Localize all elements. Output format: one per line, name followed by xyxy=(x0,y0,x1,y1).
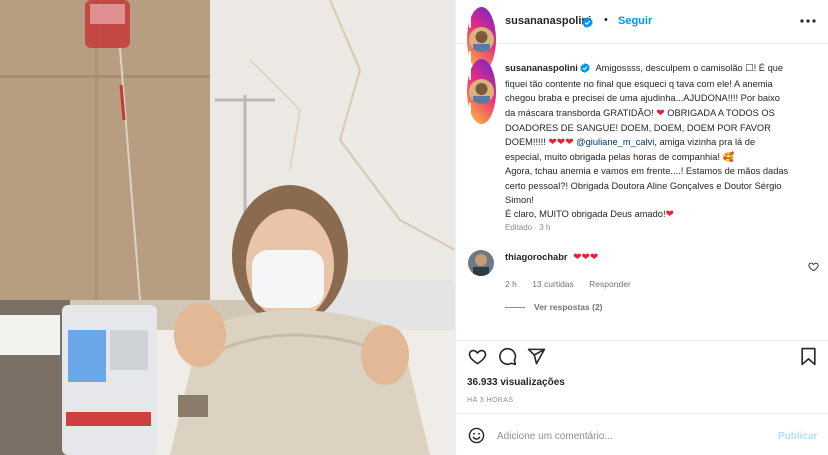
reply-button[interactable]: Responder xyxy=(589,279,631,289)
caption-line: chegou braba e precisei de uma ajudinha.… xyxy=(505,93,780,104)
caption-line: especial, muito obrigada pelas horas de … xyxy=(505,152,720,163)
caption-line: DOADORES DE SANGUE! DOEM, DOEM, DOEM POR… xyxy=(505,122,771,133)
heart-emoji: ❤ xyxy=(665,209,674,221)
caption-line: fiquei tão contente no final que esqueci… xyxy=(505,79,773,90)
verified-badge-icon xyxy=(582,15,593,33)
author-username[interactable]: susananaspolini xyxy=(505,15,591,27)
comment-time: 2 h xyxy=(505,279,517,289)
caption-line: certo pessoal?! Obrigada Doutora Aline G… xyxy=(505,180,782,191)
caption-line: É claro, MUITO obrigada Deus amado! xyxy=(505,209,666,220)
replies-divider xyxy=(505,307,525,309)
comment-text: ❤❤❤ xyxy=(573,252,599,263)
comment-author[interactable]: thiagorochabr xyxy=(505,252,568,262)
comment-likes[interactable]: 13 curtidas xyxy=(532,279,574,289)
caption-line: Amigossss, desculpem o camisolão ☐! É qu… xyxy=(595,63,784,73)
post-header: susananaspolini • Seguir xyxy=(456,0,828,72)
meta-separator: · xyxy=(534,223,538,232)
post-side-panel: susananaspolini • Seguir susananaspolini… xyxy=(455,0,828,455)
caption-line: OBRIGADA A TODOS OS xyxy=(667,107,775,118)
comment-body: thiagorochabr ❤❤❤ xyxy=(505,252,598,263)
like-icon[interactable] xyxy=(468,347,487,371)
caption-line: Agora, tchau anemia e vamos em frente...… xyxy=(505,166,789,177)
comment-bubble-icon[interactable] xyxy=(498,347,517,371)
header-separator: • xyxy=(604,14,608,26)
follow-button[interactable]: Seguir xyxy=(618,15,652,27)
avatar xyxy=(469,79,494,104)
edited-time: 3 h xyxy=(539,223,551,232)
caption-line: DOEM!!!!! xyxy=(505,137,546,148)
comment-input[interactable]: Adicione um comentário... xyxy=(497,431,613,442)
comments-area[interactable]: susananaspolini Amigossss, desculpem o c… xyxy=(456,45,828,340)
heart-emoji: ❤ xyxy=(565,137,574,149)
caption-line: da máscara transborda GRATIDÃO! xyxy=(505,107,654,118)
caption-line: , amiga vizinha pra lá de xyxy=(654,137,756,148)
view-replies-label: Ver respostas (2) xyxy=(534,302,603,312)
paper-plane-icon[interactable] xyxy=(527,347,546,371)
comment-meta: 2 h 13 curtidas Responder xyxy=(505,279,644,289)
view-count[interactable]: 36.933 visualizações xyxy=(467,377,565,388)
caption-text: susananaspolini Amigossss, desculpem o c… xyxy=(505,61,815,222)
comment-like-icon[interactable] xyxy=(808,259,819,277)
smiling-hearts-emoji: 🥰 xyxy=(722,152,735,163)
video-frame-illustration xyxy=(0,0,455,455)
post-video[interactable] xyxy=(0,0,455,455)
post-time-ago: HÁ 3 HORAS xyxy=(467,397,514,404)
view-replies-button[interactable]: Ver respostas (2) xyxy=(505,302,603,312)
add-comment-bar: Adicione um comentário... Publicar xyxy=(456,413,828,455)
publish-button[interactable]: Publicar xyxy=(778,431,817,442)
caption-author[interactable]: susananaspolini xyxy=(505,63,578,73)
mention-link[interactable]: @giuliane_m_calvi xyxy=(576,137,654,147)
verified-badge-icon xyxy=(580,63,590,77)
edited-label: Editado xyxy=(505,223,533,232)
avatar[interactable] xyxy=(468,250,494,276)
caption-edited-meta: Editado · 3 h xyxy=(505,223,550,232)
heart-emoji: ❤ xyxy=(656,107,665,119)
emoji-smiley-icon[interactable] xyxy=(468,427,485,449)
heart-emoji: ❤ xyxy=(548,137,557,149)
caption-line: Simon! xyxy=(505,194,534,205)
heart-emoji: ❤ xyxy=(556,137,566,149)
caption-avatar-ring[interactable] xyxy=(467,59,496,124)
bookmark-icon[interactable] xyxy=(800,347,817,371)
more-options-icon[interactable] xyxy=(799,14,817,33)
